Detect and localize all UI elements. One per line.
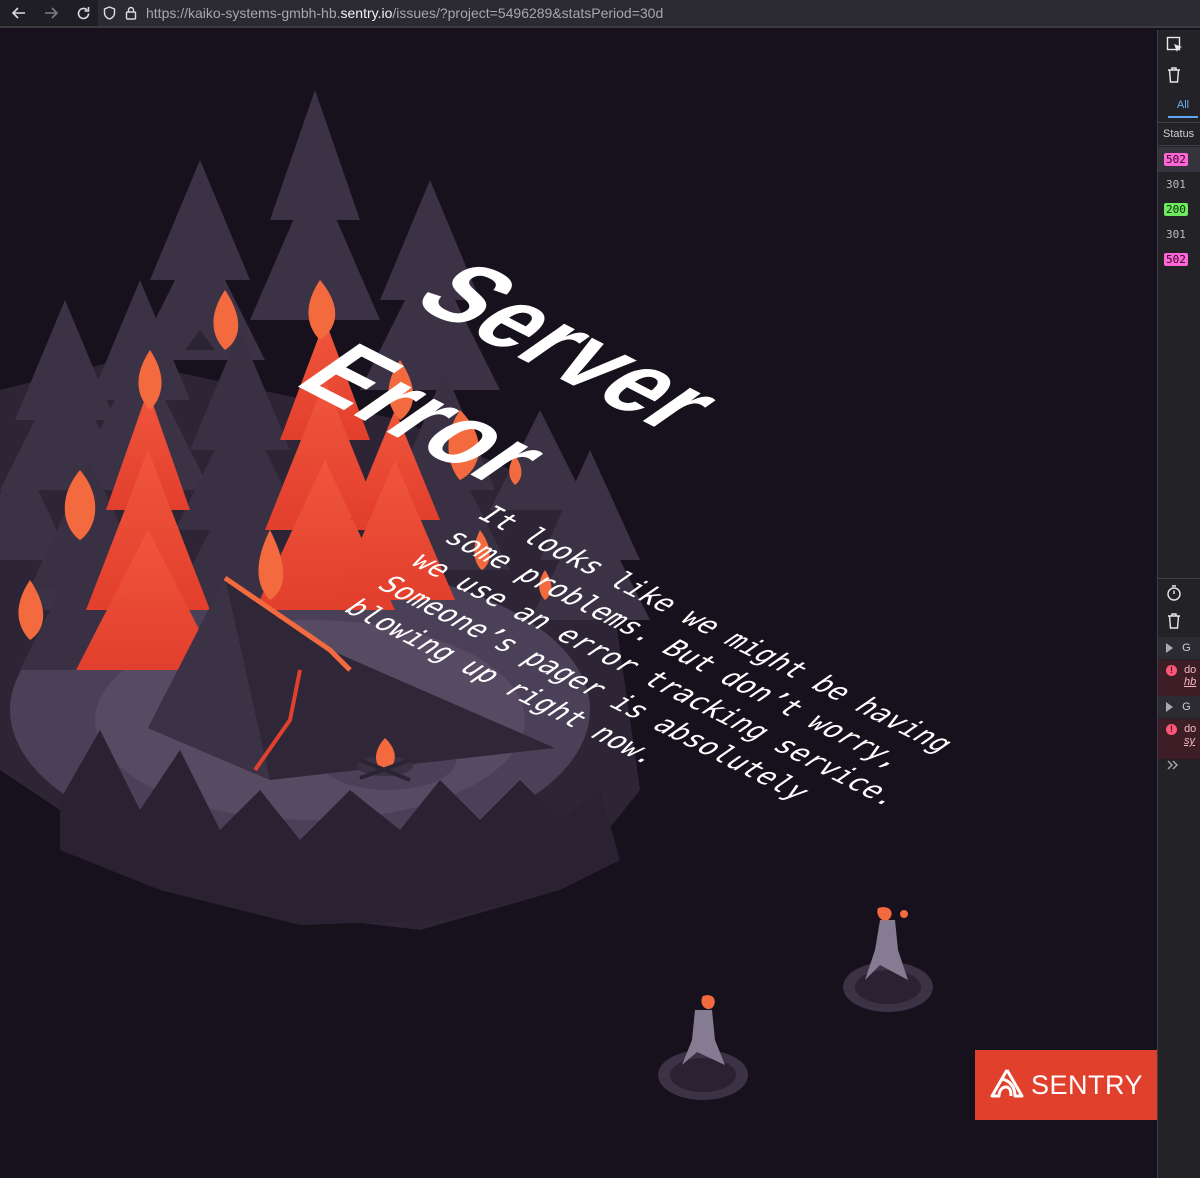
error-icon: ! (1166, 664, 1177, 676)
stopwatch-icon[interactable] (1158, 584, 1200, 602)
status-badge: 200 (1164, 203, 1188, 216)
network-row[interactable]: 301 (1158, 222, 1200, 247)
console-row-text: do (1184, 664, 1197, 676)
tab-all[interactable]: All (1168, 94, 1198, 118)
status-column-header[interactable]: Status (1158, 122, 1200, 146)
status-badge: 301 (1166, 178, 1186, 191)
status-badge: 502 (1164, 253, 1188, 266)
network-row[interactable]: 200 (1158, 197, 1200, 222)
reload-icon[interactable] (70, 0, 96, 26)
back-arrow-icon[interactable] (6, 0, 32, 26)
lock-icon[interactable] (120, 6, 142, 20)
url-prefix: https://kaiko-systems-gmbh-hb. (146, 5, 341, 21)
console-row-text: G (1182, 701, 1191, 713)
expand-triangle-icon[interactable] (1166, 643, 1173, 654)
sentry-logo-text: SENTRY (1030, 1069, 1144, 1100)
status-badge: 301 (1166, 228, 1186, 241)
console-row-link[interactable]: sy (1184, 735, 1200, 747)
status-badge: 502 (1164, 153, 1188, 166)
expand-triangle-icon[interactable] (1166, 702, 1173, 713)
shield-icon[interactable] (98, 6, 120, 20)
devtools-panel: All Status 502 301 200 301 502 G ! do hb… (1157, 30, 1200, 1178)
url-domain: sentry.io (340, 5, 393, 21)
element-picker-icon[interactable] (1158, 36, 1200, 54)
console-error-row[interactable]: ! do hb (1158, 660, 1200, 700)
address-bar[interactable]: https://kaiko-systems-gmbh-hb.sentry.io/… (98, 0, 1200, 26)
double-chevron-icon[interactable] (1158, 758, 1200, 772)
sentry-logo-icon (989, 1067, 1025, 1103)
error-page: Server Error It looks like we might be h… (0, 30, 1157, 1178)
network-row[interactable]: 301 (1158, 172, 1200, 197)
network-row[interactable]: 502 (1158, 247, 1200, 272)
trash-icon[interactable] (1158, 66, 1200, 84)
sentry-logo-badge[interactable]: SENTRY (975, 1050, 1157, 1120)
console-row-link[interactable]: hb (1184, 676, 1200, 688)
browser-toolbar: https://kaiko-systems-gmbh-hb.sentry.io/… (0, 0, 1200, 28)
console-row-text: G (1182, 642, 1191, 654)
panel-divider (1158, 578, 1200, 579)
console-trash-icon[interactable] (1158, 612, 1200, 630)
url-text[interactable]: https://kaiko-systems-gmbh-hb.sentry.io/… (146, 5, 663, 21)
console-row-text: do (1184, 723, 1197, 735)
console-group-row[interactable]: G (1158, 696, 1200, 718)
network-row[interactable]: 502 (1158, 147, 1200, 172)
url-suffix: /issues/?project=5496289&statsPeriod=30d (392, 5, 664, 21)
console-group-row[interactable]: G (1158, 637, 1200, 659)
console-error-row[interactable]: ! do sy (1158, 719, 1200, 759)
error-icon: ! (1166, 723, 1177, 735)
forward-arrow-icon[interactable] (38, 0, 64, 26)
